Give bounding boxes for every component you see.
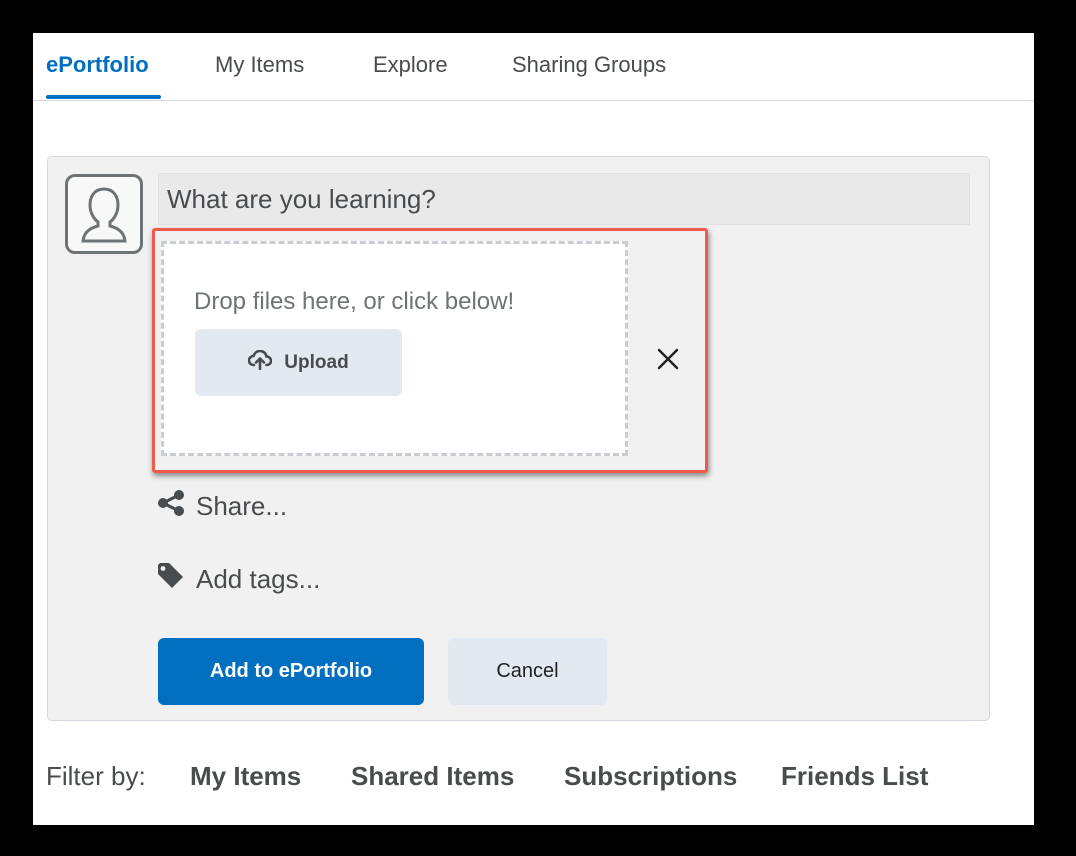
- filter-subscriptions[interactable]: Subscriptions: [564, 761, 737, 792]
- tag-icon: [156, 562, 186, 597]
- post-text-input[interactable]: [158, 173, 970, 225]
- tab-my-items[interactable]: My Items: [215, 52, 304, 78]
- add-to-eportfolio-button[interactable]: Add to ePortfolio: [158, 638, 424, 705]
- upload-button-label: Upload: [284, 351, 349, 373]
- cloud-upload-icon: [247, 349, 273, 376]
- upload-button[interactable]: Upload: [195, 329, 402, 396]
- filter-friends-list[interactable]: Friends List: [781, 761, 928, 792]
- filter-label: Filter by:: [46, 761, 146, 791]
- file-dropzone[interactable]: Drop files here, or click below! Upload: [161, 241, 628, 456]
- share-option[interactable]: Share...: [156, 489, 287, 524]
- tab-sharing-groups[interactable]: Sharing Groups: [512, 52, 666, 78]
- user-avatar-icon: [65, 174, 143, 254]
- add-tags-label: Add tags...: [196, 564, 321, 594]
- tab-eportfolio[interactable]: ePortfolio: [46, 52, 149, 78]
- filter-shared-items[interactable]: Shared Items: [351, 761, 514, 792]
- cancel-button[interactable]: Cancel: [448, 638, 607, 705]
- share-label: Share...: [196, 491, 288, 521]
- active-tab-indicator: [46, 95, 161, 99]
- dropzone-instructions: Drop files here, or click below!: [194, 288, 515, 315]
- post-composer: Drop files here, or click below! Upload: [47, 156, 990, 721]
- close-icon[interactable]: [656, 347, 680, 371]
- tab-bar: ePortfolio My Items Explore Sharing Grou…: [33, 33, 1034, 101]
- filter-my-items[interactable]: My Items: [190, 761, 301, 792]
- add-tags-option[interactable]: Add tags...: [156, 562, 320, 597]
- share-icon: [156, 489, 186, 524]
- eportfolio-panel: ePortfolio My Items Explore Sharing Grou…: [33, 33, 1034, 825]
- tab-explore[interactable]: Explore: [373, 52, 448, 78]
